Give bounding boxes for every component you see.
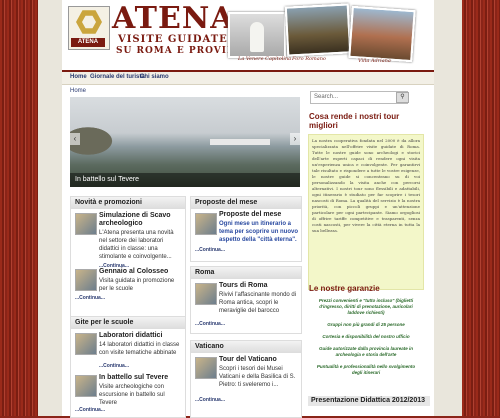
photo-caption: Villa Adriana [358, 58, 391, 64]
roma-box: Roma Tours di Roma Rivivi l'affascinante… [190, 266, 302, 334]
main-nav: Home Giornale del turista Chi siamo [62, 70, 434, 85]
item-title[interactable]: Simulazione di Scavo archeologico [99, 212, 183, 228]
nav-chi-siamo[interactable]: Chi siamo [140, 74, 169, 80]
item-thumbnail[interactable] [195, 283, 217, 305]
item-text: Ogni mese un itinerario a tema per scopr… [219, 221, 299, 243]
item-text: Visite archeologiche con escursione in b… [99, 384, 165, 406]
slider-caption: In battello sul Tevere [70, 173, 300, 187]
continua-link[interactable]: ...Continua... [99, 363, 129, 369]
item-thumbnail[interactable] [195, 357, 217, 379]
item-thumbnail[interactable] [195, 213, 217, 235]
header-photo-venus [228, 12, 286, 58]
garanzia-item: Puntualità e professionalità nello svolg… [316, 364, 416, 375]
garanzie-title: Le nostre garanzie [309, 284, 380, 293]
roma-title: Roma [191, 267, 301, 279]
list-item: Laboratori didattici 14 laboratori didat… [71, 331, 185, 373]
item-title[interactable]: Laboratori didattici [99, 332, 183, 340]
cosa-rende-title: Cosa rende i nostri tour migliori [309, 112, 400, 130]
garanzia-item: Cortesia e disponibilità del nostro uffi… [322, 334, 410, 339]
list-item: Simulazione di Scavo archeologico L'Aten… [71, 211, 185, 269]
logo-hexagon-icon [76, 10, 102, 34]
continua-link[interactable]: ...Continua... [75, 407, 105, 413]
slider-image-boats [210, 139, 270, 145]
search-icon[interactable]: ⚲ [396, 92, 409, 103]
photo-caption: La Venere Capitolina [238, 56, 292, 62]
item-title[interactable]: In battello sul Tevere [99, 374, 183, 382]
continua-link[interactable]: ...Continua... [195, 397, 225, 403]
continua-link[interactable]: ...Continua... [195, 321, 225, 327]
site-title: ATENA [112, 1, 235, 36]
garanzia-item: Prezzi convenienti e "tutto incluso" (bi… [318, 298, 414, 315]
header-photo-forum [284, 3, 352, 57]
item-title[interactable]: Proposte del mese [219, 211, 299, 219]
site-header: ATENA ATENA VISITE GUIDATE SU ROMA E PRO… [62, 0, 434, 68]
garanzie-list: Prezzi convenienti e "tutto incluso" (bi… [308, 295, 424, 393]
page: ATENA ATENA VISITE GUIDATE SU ROMA E PRO… [62, 0, 434, 418]
right-border-texture [462, 0, 500, 416]
search-input[interactable]: Search... [310, 91, 408, 104]
left-margin [38, 0, 62, 416]
novita-title: Novità e promozioni [71, 197, 185, 209]
logo-word: ATENA [71, 38, 105, 47]
item-text: Rivivi l'affascinante mondo di Roma anti… [219, 292, 297, 314]
vaticano-box: Vaticano Tour del Vaticano Scopri i teso… [190, 340, 302, 418]
novita-box: Novità e promozioni Simulazione di Scavo… [70, 196, 186, 318]
item-thumbnail[interactable] [75, 333, 97, 355]
logo[interactable]: ATENA [68, 6, 110, 50]
garanzie-box: Le nostre garanzie Prezzi convenienti e … [308, 282, 424, 393]
vaticano-title: Vaticano [191, 341, 301, 353]
presentazione-title[interactable]: Presentazione Didattica 2012/2013 [308, 396, 430, 406]
site-subtitle: VISITE GUIDATE [118, 34, 228, 45]
item-text: Visita guidata in promozione per le scuo… [99, 278, 175, 292]
item-thumbnail[interactable] [75, 375, 97, 397]
slider-next-button[interactable]: › [290, 133, 300, 145]
left-border-texture [0, 0, 38, 416]
continua-link[interactable]: ...Continua... [195, 247, 225, 253]
gite-box: Gite per le scuole Laboratori didattici … [70, 316, 186, 418]
photo-caption: Foro Romano [292, 56, 326, 62]
garanzia-item: Guide autorizzate dalla provincia laurea… [318, 346, 414, 357]
proposte-title: Proposte del mese [191, 197, 301, 209]
item-thumbnail[interactable] [75, 213, 97, 235]
slider-prev-button[interactable]: ‹ [70, 133, 80, 145]
item-text: Scopri i tesori dei Musei Vaticani e del… [219, 366, 296, 388]
list-item: Gennaio al Colosseo Visita guidata in pr… [71, 267, 185, 315]
item-title[interactable]: Tour del Vaticano [219, 356, 299, 364]
proposte-box: Proposte del mese Proposte del mese Ogni… [190, 196, 302, 262]
image-slider[interactable]: ‹ › In battello sul Tevere [70, 97, 300, 187]
garanzia-item: Gruppi non più grandi di 25 persone [327, 322, 405, 327]
item-thumbnail[interactable] [75, 269, 97, 291]
cosa-rende-text: La nostra cooperativa fondata nel 2000 è… [308, 134, 424, 290]
cosa-rende-box: Cosa rende i nostri tour migliori La nos… [308, 110, 424, 290]
nav-home[interactable]: Home [70, 74, 87, 80]
item-text: 14 laboratori didattici in classe con vi… [99, 342, 180, 356]
breadcrumb[interactable]: Home [70, 88, 86, 94]
list-item: In battello sul Tevere Visite archeologi… [71, 373, 185, 415]
item-title[interactable]: Tours di Roma [219, 282, 299, 290]
continua-link[interactable]: ...Continua... [75, 295, 105, 301]
nav-giornale[interactable]: Giornale del turista [90, 74, 145, 80]
header-photo-villa [348, 5, 416, 63]
item-text: L'Atena presenta una novità nel settore … [99, 230, 174, 260]
gite-title: Gite per le scuole [71, 317, 185, 329]
right-margin [434, 0, 462, 416]
item-title[interactable]: Gennaio al Colosseo [99, 268, 183, 276]
